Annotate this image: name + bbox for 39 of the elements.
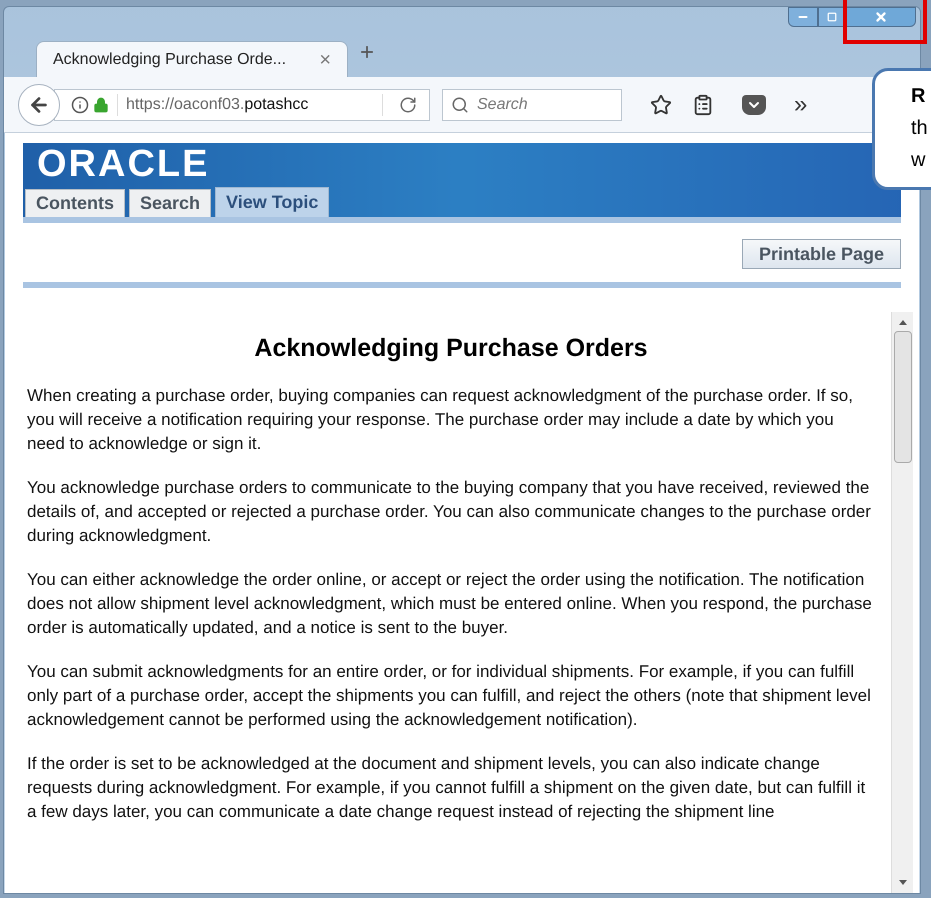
article-paragraph: You can submit acknowledgments for an entire order, or for individual shipments. For example, if you can fulfill only part of a purchase order, accept the shipments you can fulfill, and reject the others (note that shipment level acknowledgement cannot be performed using the acknowledgement notification). bbox=[27, 660, 872, 730]
tab-title: Acknowledging Purchase Orde... bbox=[53, 50, 286, 70]
topic-tab[interactable]: View Topic bbox=[215, 187, 330, 217]
callout-text: w bbox=[911, 148, 926, 173]
article-paragraph: When creating a purchase order, buying companies can request acknowledgment of the purchase order. If so, you will receive a notification requiring your response. The purchase order may include a date by which you need to acknowledge or sign it. bbox=[27, 384, 854, 454]
search-placeholder: Search bbox=[477, 94, 528, 114]
article-title: Acknowledging Purchase Orders bbox=[253, 333, 649, 364]
address-field[interactable]: https://oaconf03.potashcc bbox=[54, 88, 430, 120]
url-text: https://oaconf03.potashcc bbox=[126, 94, 308, 114]
callout-text: R bbox=[911, 84, 926, 109]
scroll-down-icon[interactable] bbox=[898, 880, 906, 885]
topic-tab[interactable]: Contents bbox=[25, 189, 125, 217]
browser-tab[interactable]: Acknowledging Purchase Orde... × bbox=[36, 41, 348, 77]
lock-icon bbox=[93, 96, 109, 112]
back-button[interactable] bbox=[18, 84, 60, 126]
article-paragraph: You can either acknowledge the order online, or accept or reject the order using the notification. The notification does not allow shipment level acknowledgment, which must be entered online. When you respond, the purchase order is automatically updated, and a notice is sent to the buyer. bbox=[27, 568, 873, 638]
article-paragraph: If the order is set to be acknowledged at the document and shipment levels, you can also indicate change requests during acknowledgment. For example, if you cannot fulfill a shipment on the given date, but can fulfill it a few days later, you can communicate a date change request instead of rejecting the shipment line bbox=[27, 752, 866, 822]
scrollbar-thumb[interactable] bbox=[894, 331, 912, 463]
new-tab-button[interactable]: + bbox=[360, 35, 374, 71]
topic-tab[interactable]: Search bbox=[129, 189, 212, 217]
article-paragraph: You acknowledge purchase orders to communicate to the buying company that you have received, reviewed the details of, and accepted or rejected a purchase order. You can also communicate changes to the purchase order during acknowledgment. bbox=[27, 476, 872, 546]
search-field[interactable]: Search bbox=[442, 88, 622, 120]
scrollbar[interactable] bbox=[891, 312, 913, 893]
reload-icon[interactable] bbox=[399, 96, 417, 114]
bookmark-star-icon[interactable] bbox=[650, 94, 672, 116]
search-icon bbox=[451, 96, 469, 114]
overflow-button[interactable]: » bbox=[794, 92, 808, 116]
oracle-logo: ORACLE bbox=[37, 145, 210, 183]
printable-page-button[interactable]: Printable Page bbox=[742, 239, 901, 269]
tab-close-button[interactable]: × bbox=[319, 44, 331, 74]
callout-text: th bbox=[911, 116, 929, 141]
close-icon bbox=[874, 10, 888, 24]
info-icon bbox=[71, 96, 89, 114]
pocket-icon[interactable] bbox=[742, 94, 766, 114]
reading-list-icon[interactable] bbox=[692, 94, 714, 116]
minimize-button[interactable] bbox=[788, 7, 818, 27]
close-button[interactable] bbox=[846, 7, 916, 27]
scroll-up-icon[interactable] bbox=[898, 320, 906, 325]
maximize-icon bbox=[827, 12, 837, 22]
